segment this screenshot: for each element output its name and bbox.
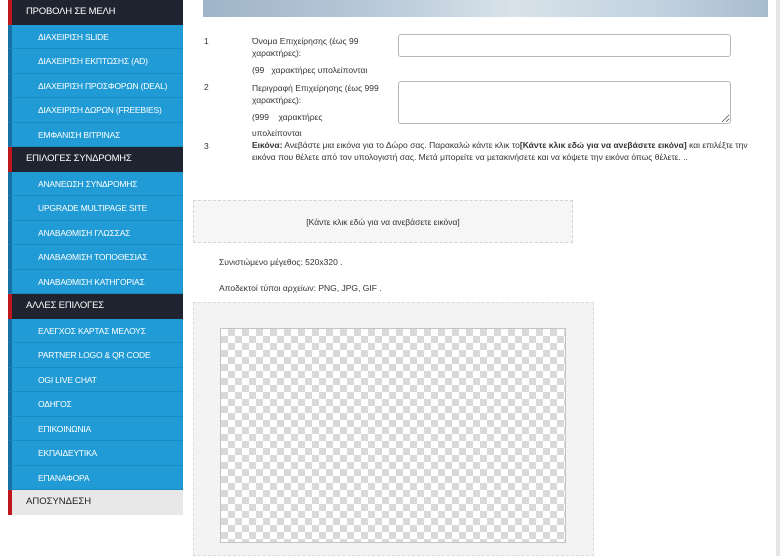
business-description-remaining: (999 χαρακτήρες υπολείπονται	[252, 109, 372, 141]
business-description-remaining-text: χαρακτήρες	[278, 112, 323, 122]
business-name-remaining-text: χαρακτήρες υπολείπονται	[271, 65, 368, 75]
sidebar-section-other-options[interactable]: ΑΛΛΕΣ ΕΠΙΛΟΓΕΣ	[8, 294, 183, 319]
sidebar-item-manage-slide[interactable]: ΔΙΑΧΕΙΡΙΣΗ SLIDE	[8, 24, 183, 49]
recommended-size-text: Συνιστώμενο μέγεθος: 520x320 .	[219, 257, 343, 267]
business-name-label: Όνομα Επιχείρησης (έως 99 χαρακτήρες):	[252, 36, 359, 58]
row-number-3: 3	[204, 141, 209, 151]
sidebar-item-guide[interactable]: ΟΔΗΓΟΣ	[8, 392, 183, 417]
sidebar-item-live-chat[interactable]: OGI LIVE CHAT	[8, 367, 183, 392]
sidebar-item-showcase[interactable]: ΕΜΦΑΝΙΣΗ ΒΙΤΡΙΝΑΣ	[8, 122, 183, 147]
sidebar-item-upgrade-category[interactable]: ΑΝΑΒΑΘΜΙΣΗ ΚΑΤΗΓΟΡΙΑΣ	[8, 269, 183, 294]
image-upload-link-text[interactable]: [Κάντε κλικ εδώ για να ανεβάσετε εικόνα]	[520, 140, 687, 150]
sidebar-item-reset[interactable]: ΕΠΑΝΑΦΟΡΑ	[8, 465, 183, 490]
image-label: Εικόνα:	[252, 140, 283, 150]
sidebar-item-renew-subscription[interactable]: ΑΝΑΝΕΩΣΗ ΣΥΝΔΡΟΜΗΣ	[8, 171, 183, 196]
logout-button[interactable]: ΑΠΟΣΥΝΔΕΣΗ	[8, 490, 183, 515]
sidebar-section-subscription[interactable]: ΕΠΙΛΟΓΕΣ ΣΥΝΔΡΟΜΗΣ	[8, 147, 183, 172]
sidebar-item-contact[interactable]: ΕΠΙΚΟΙΝΩΝΙΑ	[8, 416, 183, 441]
sidebar-section-member-display[interactable]: ΠΡΟΒΟΛΗ ΣΕ ΜΕΛΗ	[8, 0, 183, 25]
business-description-textarea[interactable]	[398, 81, 731, 124]
sidebar-item-manage-freebies[interactable]: ΔΙΑΧΕΙΡΙΣΗ ΔΩΡΩΝ (FREEBIES)	[8, 98, 183, 123]
business-name-input[interactable]	[398, 34, 731, 57]
scrollbar-edge[interactable]	[776, 0, 780, 556]
sidebar-item-upgrade-location[interactable]: ΑΝΑΒΑΘΜΙΣΗ ΤΟΠΟΘΕΣΙΑΣ	[8, 245, 183, 270]
sidebar-item-manage-discount[interactable]: ΔΙΑΧΕΙΡΙΣΗ ΕΚΠΤΩΣΗΣ (AD)	[8, 49, 183, 74]
sidebar-item-manage-deals[interactable]: ΔΙΑΧΕΙΡΙΣΗ ΠΡΟΣΦΟΡΩΝ (DEAL)	[8, 73, 183, 98]
business-description-label: Περιγραφή Επιχείρησης (έως 999 χαρακτήρε…	[252, 83, 379, 105]
upload-image-button[interactable]: [Κάντε κλικ εδώ για να ανεβάσετε εικόνα]	[193, 200, 573, 243]
image-instructions: Εικόνα: Ανεβάστε μια εικόνα για το Δώρο …	[252, 139, 752, 163]
business-name-remaining: (99 χαρακτήρες υπολείπονται	[252, 62, 367, 78]
image-preview-canvas[interactable]	[220, 328, 566, 543]
sidebar-item-member-card-check[interactable]: ΕΛΕΓΧΟΣ ΚΑΡΤΑΣ ΜΕΛΟΥΣ	[8, 318, 183, 343]
accepted-file-types-text: Αποδεκτοί τύποι αρχείων: PNG, JPG, GIF .	[219, 283, 382, 293]
row-number-1: 1	[204, 36, 209, 46]
sidebar-item-upgrade-language[interactable]: ΑΝΑΒΑΘΜΙΣΗ ΓΛΩΣΣΑΣ	[8, 220, 183, 245]
business-name-remaining-count: (99	[252, 65, 265, 75]
sidebar-item-upgrade-multipage[interactable]: UPGRADE MULTIPAGE SITE	[8, 196, 183, 221]
business-description-remaining-count: (999	[252, 112, 270, 122]
sidebar-item-partner-logo-qr[interactable]: PARTNER LOGO & QR CODE	[8, 343, 183, 368]
image-instructions-text-before: Ανεβάστε μια εικόνα για το Δώρο σας. Παρ…	[282, 140, 520, 150]
header-banner-image	[203, 0, 768, 17]
business-description-remaining-text2: υπολείπονται	[252, 128, 302, 138]
sidebar: ΠΡΟΒΟΛΗ ΣΕ ΜΕΛΗ ΔΙΑΧΕΙΡΙΣΗ SLIDE ΔΙΑΧΕΙΡ…	[8, 0, 183, 515]
sidebar-item-tutorials[interactable]: ΕΚΠΑΙΔΕΥΤΙΚΑ	[8, 441, 183, 466]
row-number-2: 2	[204, 82, 209, 92]
